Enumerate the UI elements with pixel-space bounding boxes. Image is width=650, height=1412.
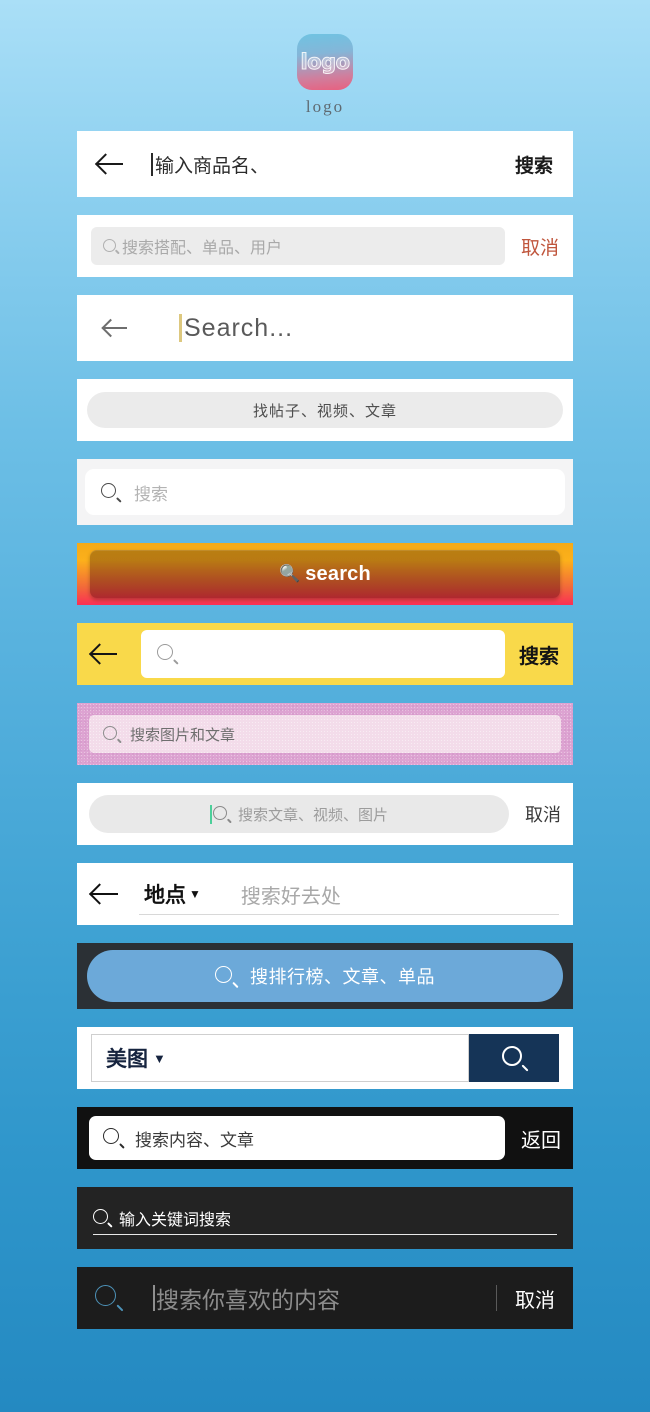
search-input[interactable] (141, 630, 505, 678)
search-input[interactable]: 美图 ▼ (91, 1034, 469, 1082)
input-underline (139, 914, 559, 915)
search-input[interactable]: 搜索图片和文章 (89, 715, 561, 753)
searchbar-category-place: 地点 ▼ 搜索好去处 (77, 863, 573, 925)
search-icon (103, 1128, 123, 1148)
chevron-down-icon[interactable]: ▼ (153, 1051, 166, 1066)
searchbar-black-back: 搜索内容、文章 返回 (77, 1107, 573, 1169)
search-icon (101, 483, 120, 502)
magnifier-icon: 🔍 (279, 564, 300, 584)
searchbar-centered-pill: 找帖子、视频、文章 (77, 379, 573, 441)
back-arrow-icon[interactable] (91, 881, 118, 908)
cancel-button[interactable]: 取消 (525, 801, 561, 827)
logo-caption: logo (306, 97, 344, 117)
input-underline (93, 1234, 557, 1236)
search-icon (213, 806, 230, 823)
logo-mark-text: logo (300, 50, 349, 74)
search-input[interactable]: 输入商品名、 (151, 151, 515, 178)
search-input-placeholder: 找帖子、视频、文章 (253, 400, 397, 421)
search-action-button[interactable]: 搜索 (515, 151, 553, 178)
search-input-placeholder: 搜排行榜、文章、单品 (250, 963, 435, 989)
back-arrow-icon[interactable] (97, 151, 123, 177)
vertical-divider (496, 1285, 497, 1311)
search-action-button[interactable]: 搜索 (519, 640, 559, 669)
search-input-value: Search... (184, 314, 293, 343)
searchbar-dark-underline: 输入关键词搜索 (77, 1187, 573, 1249)
search-input[interactable]: 搜索搭配、单品、用户 (91, 227, 505, 265)
text-caret (153, 1285, 155, 1311)
back-button[interactable]: 返回 (521, 1124, 561, 1153)
text-caret (151, 153, 153, 176)
search-input[interactable]: 搜排行榜、文章、单品 (87, 950, 563, 1002)
search-icon (215, 966, 236, 987)
searchbar-typed-product: 输入商品名、 搜索 (77, 131, 573, 197)
search-button[interactable]: 🔍 search (90, 550, 560, 598)
search-icon (157, 644, 177, 664)
text-caret (210, 805, 212, 824)
searchbar-white-pill-cancel: 搜索文章、视频、图片 取消 (77, 783, 573, 845)
search-input-placeholder: 搜索搭配、单品、用户 (122, 234, 282, 258)
search-input[interactable]: 搜索 (85, 469, 565, 515)
searchbar-yellow: 搜索 (77, 623, 573, 685)
search-button[interactable] (469, 1034, 559, 1082)
search-input-placeholder[interactable]: 搜索好去处 (241, 880, 341, 909)
category-selector-label[interactable]: 地点 (144, 879, 186, 909)
search-input-placeholder: 输入关键词搜索 (119, 1206, 231, 1230)
search-icon (103, 239, 118, 254)
cancel-button[interactable]: 取消 (515, 1284, 555, 1313)
logo-block: logo logo (0, 0, 650, 117)
search-input[interactable]: 搜索你喜欢的内容 (153, 1281, 478, 1315)
search-input-placeholder: 搜索 (134, 480, 168, 505)
search-icon (502, 1046, 526, 1070)
search-bar-list: 输入商品名、 搜索 搜索搭配、单品、用户 取消 Search... 找帖子、视频… (0, 131, 650, 1329)
searchbar-grey-pill-cancel: 搜索搭配、单品、用户 取消 (77, 215, 573, 277)
search-icon (93, 1209, 111, 1227)
searchbar-navy-button: 美图 ▼ (77, 1027, 573, 1089)
category-selector-label[interactable]: 美图 (106, 1043, 148, 1073)
search-icon[interactable] (95, 1285, 121, 1311)
searchbar-search-ellipsis: Search... (77, 295, 573, 361)
search-input[interactable]: 搜索文章、视频、图片 (89, 795, 509, 833)
searchbar-pink-textured: 搜索图片和文章 (77, 703, 573, 765)
search-input[interactable]: 搜索内容、文章 (89, 1116, 505, 1160)
search-input[interactable]: 找帖子、视频、文章 (87, 392, 563, 428)
searchbar-dark-cancel: 搜索你喜欢的内容 取消 (77, 1267, 573, 1329)
searchbar-dark-blue-pill: 搜排行榜、文章、单品 (77, 943, 573, 1009)
search-input-placeholder: 搜索文章、视频、图片 (238, 804, 388, 825)
search-input-placeholder: 搜索内容、文章 (135, 1126, 254, 1151)
search-input[interactable]: Search... (179, 314, 293, 343)
searchbar-orange-gradient: 🔍 search (77, 543, 573, 605)
back-arrow-icon[interactable] (103, 316, 127, 340)
searchbar-grey-bar-white-input: 搜索 (77, 459, 573, 525)
search-button-label: search (305, 563, 371, 586)
search-input-value: 输入商品名、 (155, 151, 269, 178)
search-icon (103, 726, 120, 743)
app-logo-tile: logo (297, 34, 353, 90)
search-input-placeholder: 搜索你喜欢的内容 (156, 1281, 340, 1315)
search-input-placeholder: 搜索图片和文章 (130, 724, 235, 745)
chevron-down-icon[interactable]: ▼ (189, 887, 201, 901)
search-input[interactable]: 输入关键词搜索 (93, 1206, 231, 1230)
cancel-button[interactable]: 取消 (521, 233, 559, 260)
back-arrow-icon[interactable] (91, 641, 117, 667)
text-caret (179, 314, 182, 342)
